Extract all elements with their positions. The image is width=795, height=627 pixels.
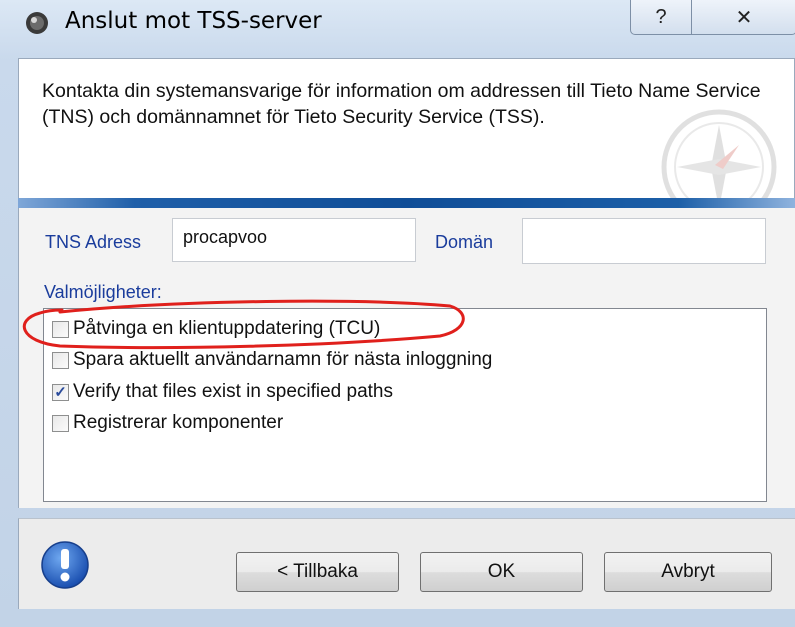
options-label: Valmöjligheter: (44, 282, 162, 302)
banner-divider (18, 198, 795, 208)
help-icon: ? (655, 5, 667, 28)
info-icon (41, 541, 89, 589)
tns-address-input[interactable]: procapvoo (172, 218, 416, 262)
checkmark-icon: ✓ (54, 383, 67, 401)
window-title: Anslut mot TSS-server (65, 8, 322, 34)
register-components-checkbox[interactable] (52, 414, 69, 432)
tns-address-label: TNS Adress (45, 232, 142, 252)
back-button[interactable]: < Tillbaka (236, 552, 399, 592)
ok-button[interactable]: OK (420, 552, 583, 592)
domain-label: Domän (435, 232, 494, 252)
force-client-update-checkbox[interactable] (52, 320, 69, 338)
domain-input[interactable] (522, 218, 766, 264)
verify-files-checkbox[interactable]: ✓ (52, 383, 69, 401)
help-button[interactable]: ? (630, 0, 692, 35)
option-label: Påtvinga en klientuppdatering (TCU) (73, 318, 381, 339)
app-icon (26, 12, 48, 34)
title-bar[interactable]: Anslut mot TSS-server ? ✕ (0, 0, 795, 46)
close-icon: ✕ (735, 6, 753, 29)
header-banner: Kontakta din systemansvarige för informa… (18, 58, 795, 225)
close-button[interactable]: ✕ (691, 0, 795, 35)
option-label: Registrerar komponenter (73, 412, 284, 433)
option-register-components[interactable]: Registrerar komponenter (52, 409, 283, 437)
option-label: Verify that files exist in specified pat… (73, 381, 393, 402)
option-verify-files[interactable]: ✓ Verify that files exist in specified p… (52, 378, 393, 406)
option-label: Spara aktuellt användarnamn för nästa in… (73, 349, 493, 370)
option-force-client-update[interactable]: Påtvinga en klientuppdatering (TCU) (52, 315, 380, 343)
cancel-button[interactable]: Avbryt (604, 552, 772, 592)
option-save-username[interactable]: Spara aktuellt användarnamn för nästa in… (52, 346, 492, 374)
save-username-checkbox[interactable] (52, 351, 69, 369)
